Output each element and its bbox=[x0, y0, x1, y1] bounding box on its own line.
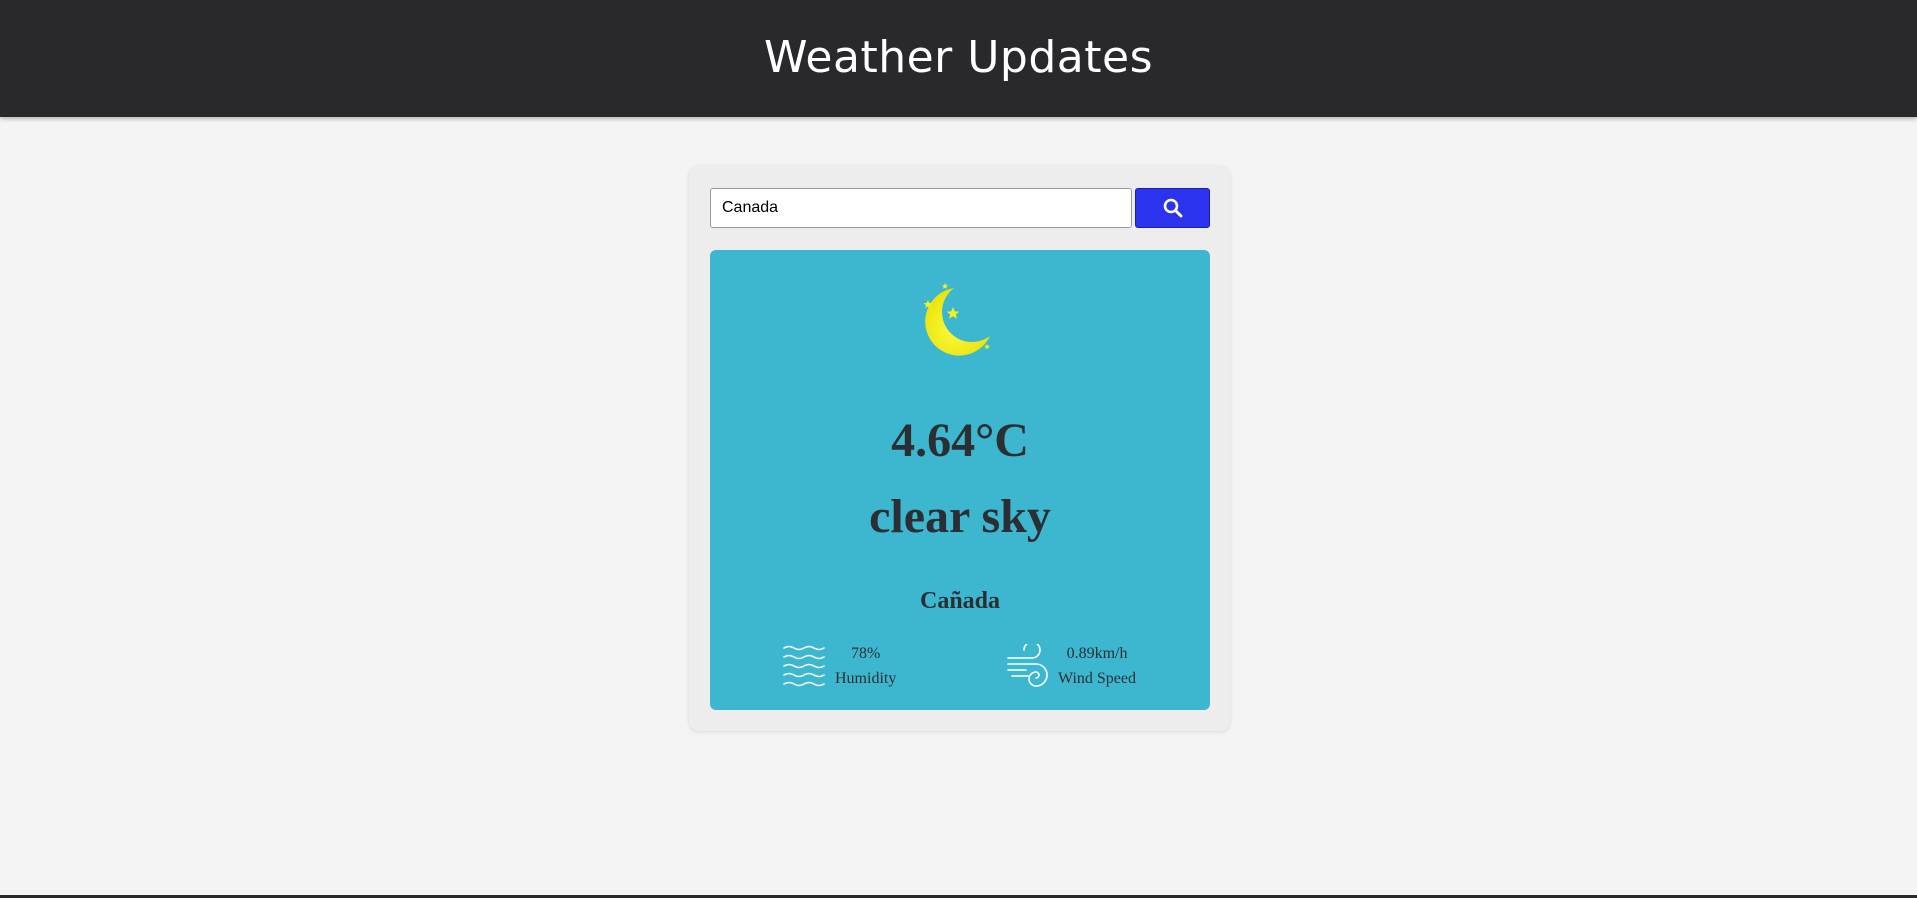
moon-stars-icon bbox=[923, 283, 990, 356]
weather-widget: 4.64°C clear sky Cañada 78% Humidity bbox=[689, 166, 1230, 731]
weather-card: 4.64°C clear sky Cañada 78% Humidity 0.8… bbox=[710, 250, 1210, 710]
page-title: Weather Updates bbox=[763, 32, 1154, 83]
temperature-value: 4.64°C bbox=[891, 414, 1029, 467]
search-icon bbox=[1163, 198, 1182, 218]
wind-icon bbox=[1007, 644, 1048, 687]
app-header: Weather Updates bbox=[0, 0, 1917, 117]
city-name: Cañada bbox=[919, 588, 1001, 614]
humidity-label: Humidity bbox=[835, 670, 897, 687]
humidity-value: 78% bbox=[851, 645, 881, 662]
wind-speed-value: 0.89km/h bbox=[1066, 645, 1128, 662]
humidity-detail: 78% Humidity bbox=[783, 641, 896, 691]
wind-detail: 0.89km/h Wind Speed bbox=[1006, 641, 1136, 691]
wind-speed-label: Wind Speed bbox=[1058, 670, 1137, 687]
waves-icon bbox=[783, 645, 825, 687]
search-input[interactable] bbox=[710, 188, 1132, 228]
weather-description: clear sky bbox=[869, 490, 1051, 543]
search-button[interactable] bbox=[1135, 188, 1210, 228]
